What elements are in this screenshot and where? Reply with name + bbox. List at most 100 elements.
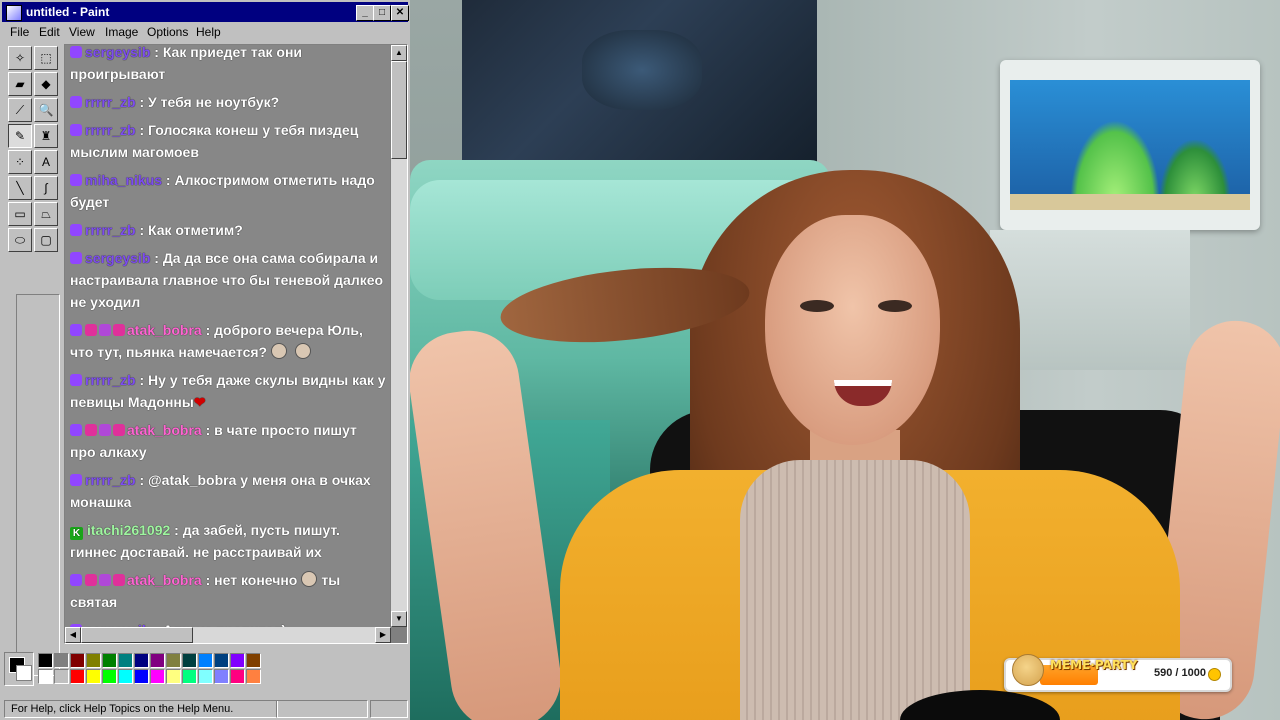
palette-swatch[interactable] — [182, 653, 197, 668]
palette-swatch[interactable] — [150, 653, 165, 668]
paint-app-icon[interactable] — [6, 5, 22, 21]
aquarium-water — [1010, 80, 1250, 210]
chat-message: rrrrr_zb : У тебя не ноутбук? — [65, 91, 390, 119]
close-button[interactable]: ✕ — [391, 5, 409, 21]
palette-swatch[interactable] — [230, 669, 245, 684]
chat-text: : У тебя не ноутбук? — [135, 94, 280, 110]
palette-swatch[interactable] — [102, 669, 117, 684]
chat-username[interactable]: atak_bobra — [127, 322, 202, 338]
palette-swatch[interactable] — [70, 669, 85, 684]
canvas-area[interactable]: sergeysib : Как приедет так они проигрыв… — [64, 44, 408, 644]
status-bar: For Help, click Help Topics on the Help … — [2, 698, 408, 718]
chat-message: rrrrr_zb : Голосяка конеш у тебя пиздец … — [65, 119, 390, 169]
heart-badge-icon — [85, 424, 97, 436]
palette-swatch[interactable] — [54, 669, 69, 684]
palette-swatch[interactable] — [86, 669, 101, 684]
palette-swatch[interactable] — [150, 669, 165, 684]
chat-text: : Как отметим? — [135, 222, 243, 238]
palette-swatch[interactable] — [214, 669, 229, 684]
heart-badge-icon — [85, 324, 97, 336]
ellipse-icon[interactable]: ⬭ — [8, 228, 32, 252]
title-bar[interactable]: untitled - Paint _ □ ✕ — [2, 2, 409, 22]
maximize-button[interactable]: □ — [373, 5, 391, 21]
chat-username[interactable]: sergeysib — [85, 250, 150, 266]
palette-swatch[interactable] — [70, 653, 85, 668]
chat-username[interactable]: rrrrr_zb — [85, 372, 136, 388]
magnifier-icon[interactable]: 🔍 — [34, 98, 58, 122]
palette-swatch[interactable] — [134, 669, 149, 684]
chat-username[interactable]: sergeysib — [85, 45, 150, 60]
scroll-left-icon[interactable]: ◀ — [65, 627, 81, 643]
kick-badge-icon: K — [70, 527, 83, 540]
palette-swatch[interactable] — [246, 653, 261, 668]
palette-swatch[interactable] — [230, 653, 245, 668]
chat-username[interactable]: itachi261092 — [87, 522, 170, 538]
palette-swatch[interactable] — [246, 669, 261, 684]
scroll-down-icon[interactable]: ▼ — [391, 611, 407, 627]
vertical-scroll-thumb[interactable] — [391, 61, 407, 159]
tool-options-box[interactable] — [16, 294, 60, 676]
text-icon[interactable]: A — [34, 150, 58, 174]
palette-swatch[interactable] — [198, 669, 213, 684]
menu-options[interactable]: Options — [147, 25, 188, 39]
palette-swatch[interactable] — [54, 653, 69, 668]
pencil-icon[interactable]: ✎ — [8, 124, 32, 148]
palette-swatch[interactable] — [38, 669, 53, 684]
wall-poster — [462, 0, 817, 165]
palette-swatch[interactable] — [38, 653, 53, 668]
palette-swatch[interactable] — [118, 669, 133, 684]
gift-badge-icon — [99, 324, 111, 336]
menu-view[interactable]: View — [69, 25, 95, 39]
chat-username[interactable]: rrrrr_zb — [85, 472, 136, 488]
palette-swatch[interactable] — [214, 653, 229, 668]
palette-swatch[interactable] — [166, 653, 181, 668]
aquarium — [1000, 60, 1260, 230]
heart-badge-icon — [113, 424, 125, 436]
menu-file[interactable]: File — [10, 25, 29, 39]
subscriber-badge-icon — [70, 324, 82, 336]
scroll-right-icon[interactable]: ▶ — [375, 627, 391, 643]
chat-username[interactable]: atak_bobra — [127, 422, 202, 438]
menu-image[interactable]: Image — [105, 25, 138, 39]
color-picker-icon[interactable]: ⟋ — [8, 98, 32, 122]
horizontal-scrollbar[interactable]: ◀ ▶ — [65, 627, 391, 643]
brush-icon[interactable]: ♜ — [34, 124, 58, 148]
palette-swatch[interactable] — [118, 653, 133, 668]
palette-swatch[interactable] — [182, 669, 197, 684]
horizontal-scroll-thumb[interactable] — [81, 627, 193, 643]
palette-swatch[interactable] — [86, 653, 101, 668]
line-icon[interactable]: ╲ — [8, 176, 32, 200]
palette-swatch[interactable] — [166, 669, 181, 684]
meme-party-progress: 590 / 1000 — [1154, 667, 1206, 679]
chat-username[interactable]: miha_nikus — [85, 172, 162, 188]
fill-bucket-icon[interactable]: ◆ — [34, 72, 58, 96]
chat-username[interactable]: rrrrr_zb — [85, 94, 136, 110]
chat-message: atak_bobra : нет конечно ты святая — [65, 569, 390, 619]
chat-username[interactable]: rrrrr_zb — [85, 122, 136, 138]
current-colors[interactable] — [4, 652, 34, 686]
select-icon[interactable]: ⬚ — [34, 46, 58, 70]
menu-bar: File Edit View Image Options Help — [2, 23, 408, 41]
emote-icon — [301, 571, 318, 587]
rounded-rectangle-icon[interactable]: ▢ — [34, 228, 58, 252]
background-color[interactable] — [16, 665, 32, 681]
eraser-icon[interactable]: ▰ — [8, 72, 32, 96]
airbrush-icon[interactable]: ⁘ — [8, 150, 32, 174]
curve-icon[interactable]: ∫ — [34, 176, 58, 200]
webcam-feed — [410, 0, 1280, 720]
palette-swatch[interactable] — [134, 653, 149, 668]
vertical-scrollbar[interactable]: ▲ ▼ — [391, 45, 407, 627]
rectangle-icon[interactable]: ▭ — [8, 202, 32, 226]
chat-username[interactable]: atak_bobra — [127, 572, 202, 588]
scroll-up-icon[interactable]: ▲ — [391, 45, 407, 61]
streamer-eye-right — [878, 300, 912, 312]
palette-swatch[interactable] — [198, 653, 213, 668]
chat-username[interactable]: rrrrr_zb — [85, 222, 136, 238]
minimize-button[interactable]: _ — [356, 5, 374, 21]
free-form-select-icon[interactable]: ✧ — [8, 46, 32, 70]
menu-help[interactable]: Help — [196, 25, 221, 39]
polygon-icon[interactable]: ⏢ — [34, 202, 58, 226]
palette-swatch[interactable] — [102, 653, 117, 668]
menu-edit[interactable]: Edit — [39, 25, 60, 39]
chat-text: : нет конечно — [201, 572, 298, 588]
